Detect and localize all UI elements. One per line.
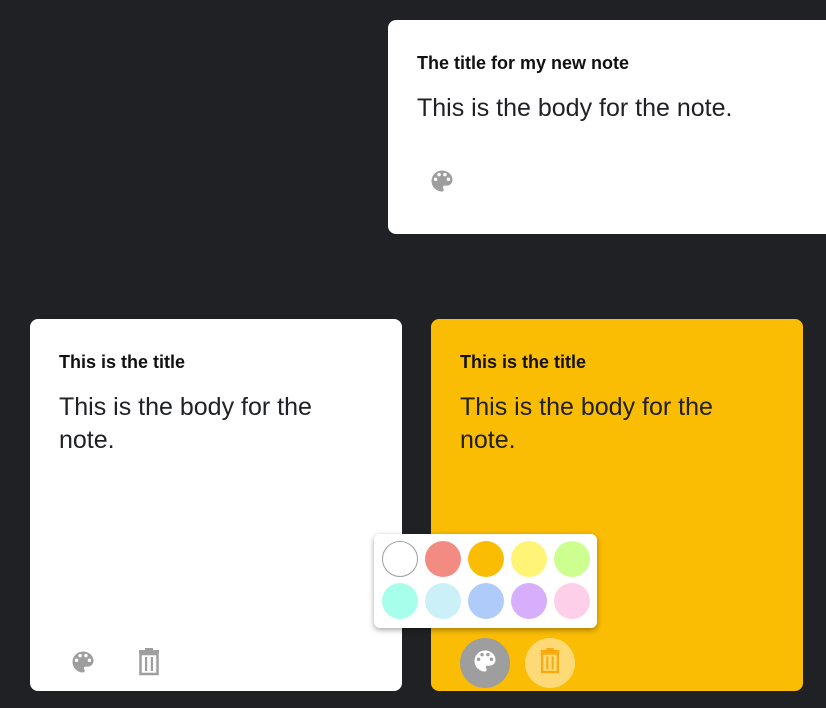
note-title: This is the title	[59, 352, 186, 372]
palette-icon	[471, 647, 499, 680]
palette-icon[interactable]	[427, 166, 457, 196]
note-body[interactable]: This is the body for the note.	[417, 92, 732, 125]
notes-board: The title for my new note This is the bo…	[0, 0, 826, 708]
color-swatch-blue[interactable]	[468, 583, 504, 619]
palette-icon[interactable]	[68, 647, 98, 677]
color-swatch-pink[interactable]	[554, 583, 590, 619]
color-swatch-teal[interactable]	[382, 583, 418, 619]
new-note-card[interactable]: The title for my new note This is the bo…	[388, 20, 826, 234]
color-swatch-yellow[interactable]	[511, 541, 547, 577]
note-card[interactable]: This is the title This is the body for t…	[431, 319, 803, 691]
note-title[interactable]: The title for my new note	[417, 53, 629, 74]
color-swatch-red[interactable]	[425, 541, 461, 577]
color-swatch-light-blue[interactable]	[425, 583, 461, 619]
note-body: This is the body for the note.	[460, 393, 713, 454]
palette-button[interactable]	[460, 638, 510, 688]
color-swatch-green[interactable]	[554, 541, 590, 577]
color-picker	[374, 534, 597, 628]
trash-icon	[538, 647, 562, 679]
delete-button[interactable]	[525, 638, 575, 688]
note-body: This is the body for the note.	[59, 393, 312, 454]
note-title: This is the title	[460, 352, 587, 372]
color-swatch-purple[interactable]	[511, 583, 547, 619]
trash-icon[interactable]	[134, 647, 164, 677]
note-card[interactable]: This is the title This is the body for t…	[30, 319, 402, 691]
color-swatch-orange[interactable]	[468, 541, 504, 577]
color-swatch-default[interactable]	[382, 541, 418, 577]
